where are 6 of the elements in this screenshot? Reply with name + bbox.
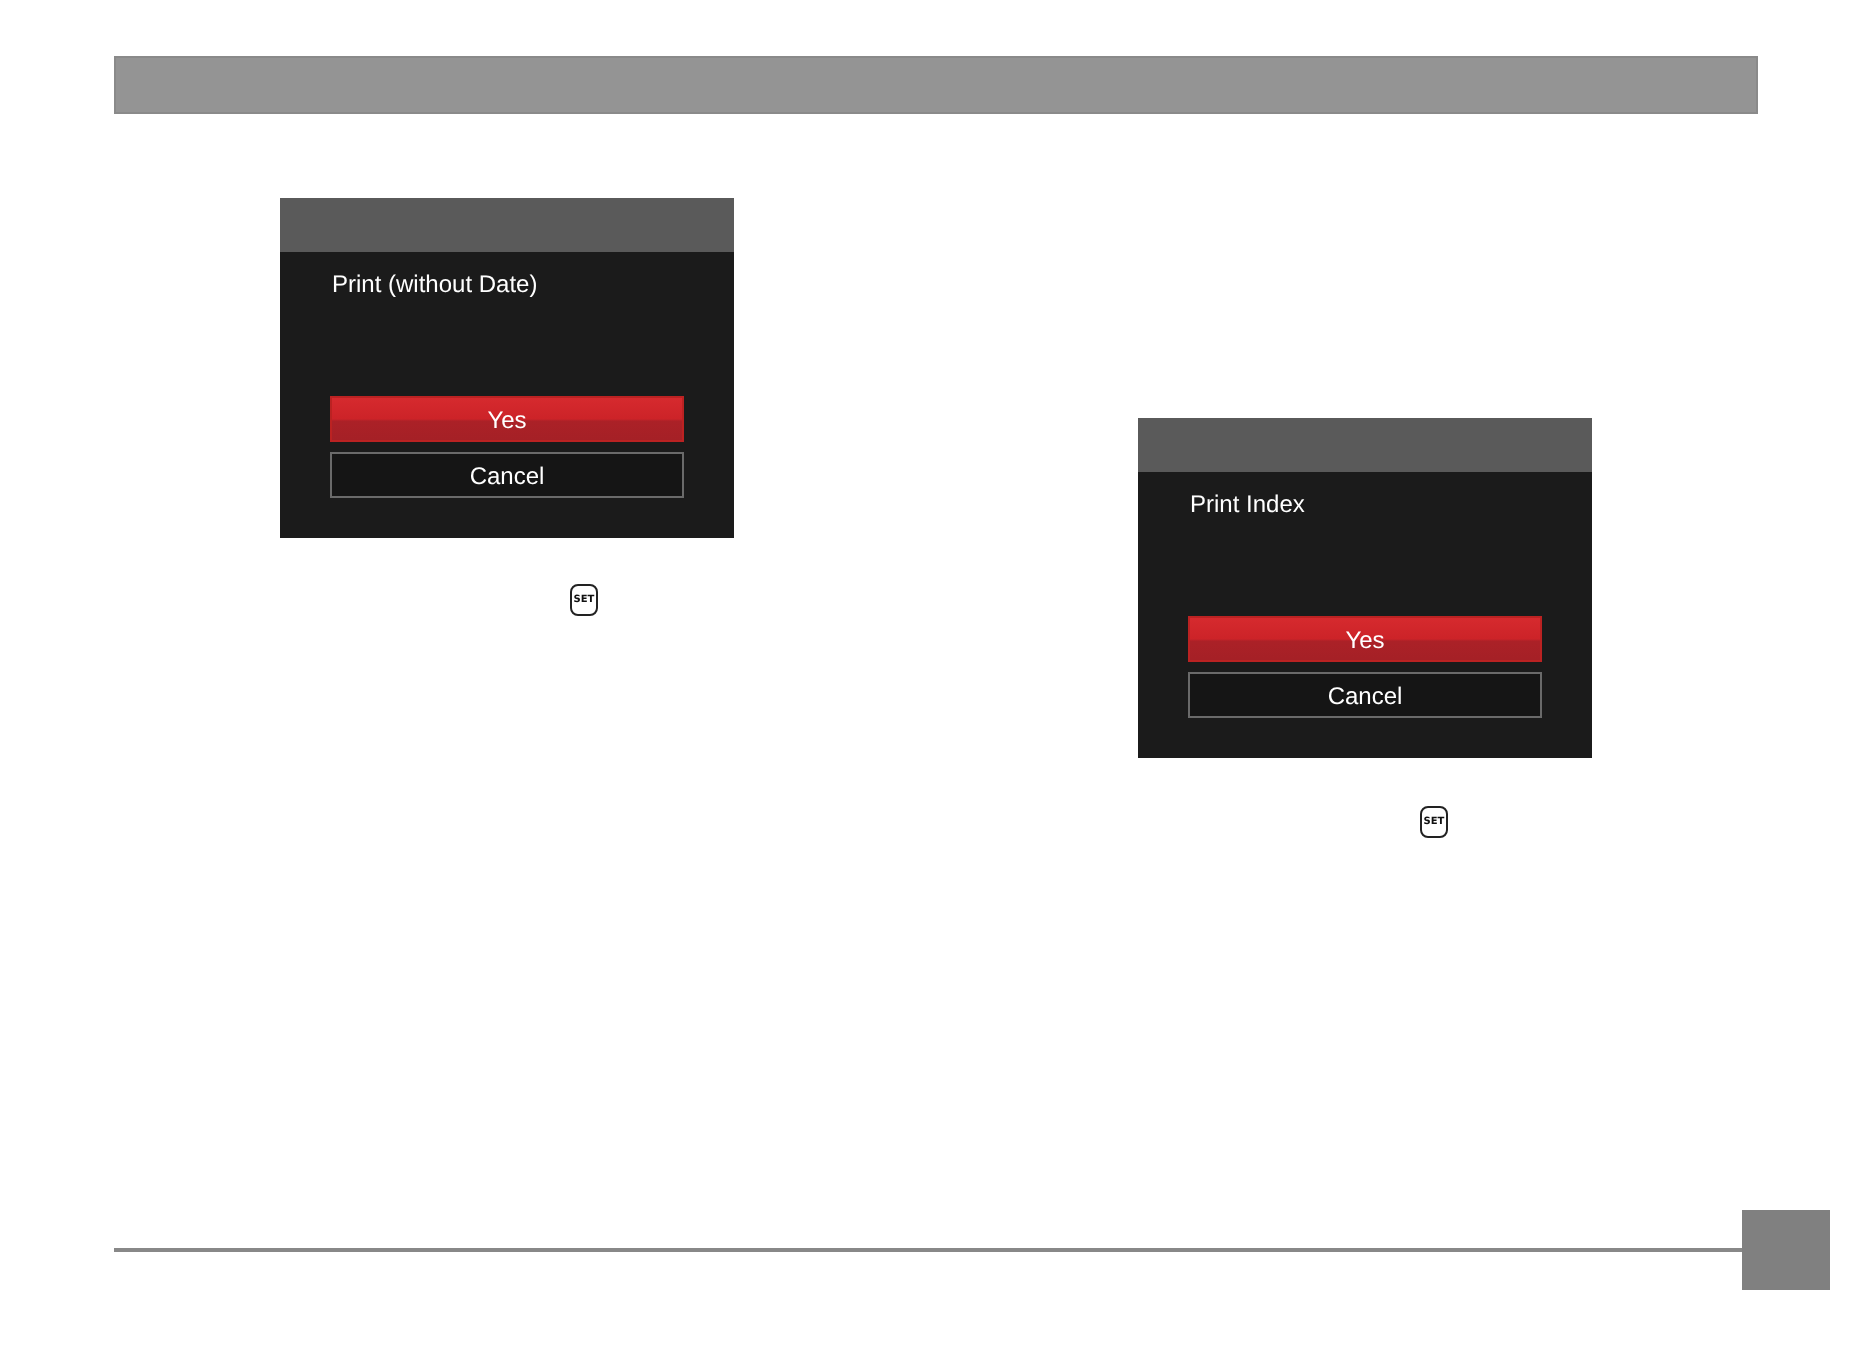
- dialog-message: Print (without Date): [332, 270, 538, 298]
- cancel-button[interactable]: Cancel: [1188, 672, 1542, 718]
- dialog-message: Print Index: [1190, 490, 1305, 518]
- yes-button[interactable]: Yes: [330, 396, 684, 442]
- yes-button[interactable]: Yes: [1188, 616, 1542, 662]
- cancel-button[interactable]: Cancel: [330, 452, 684, 498]
